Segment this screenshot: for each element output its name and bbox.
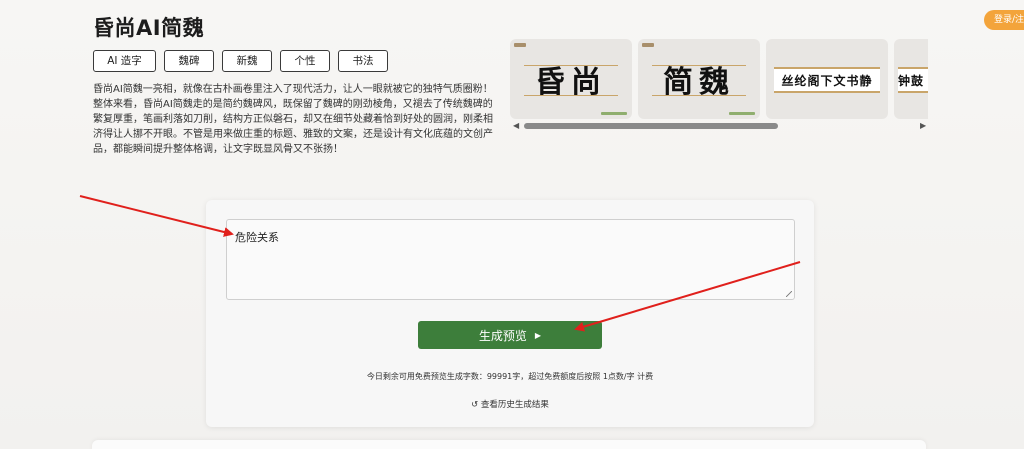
scroll-left-icon[interactable]: ◀ [513,121,519,131]
generator-card: 危险关系 生成预览 ▶ 今日剩余可用免费预览生成字数：99991字，超过免费额度… [206,200,814,427]
brand-mark-icon [642,43,654,47]
tag-ai-create[interactable]: AI 造字 [93,50,156,72]
carousel-slide[interactable]: 昏尚 [510,39,632,119]
divider [652,95,746,96]
divider [524,95,618,96]
carousel-slide[interactable]: 简魏 [638,39,760,119]
text-input-value: 危险关系 [235,231,279,244]
brand-footer-icon [601,112,627,115]
page-title: 昏尚AI简魏 [93,16,205,40]
login-label: 登录/注册 [994,15,1024,25]
tag-xinwei[interactable]: 新魏 [222,50,272,72]
generate-label: 生成预览 [478,328,527,343]
tag-shufa[interactable]: 书法 [338,50,388,72]
carousel-slide[interactable]: 丝纶阁下文书静 [766,39,888,119]
preview-carousel: 昏尚 简魏 丝纶阁下文书静 钟鼓 ◀ ▶ [510,39,928,131]
carousel-slide[interactable]: 钟鼓 [894,39,928,119]
scroll-right-icon[interactable]: ▶ [920,121,926,131]
history-link[interactable]: ↺ 查看历史生成结果 [206,398,814,410]
slide-text: 钟鼓 [898,67,928,93]
tag-gexing[interactable]: 个性 [280,50,330,72]
quota-text: 今日剩余可用免费预览生成字数：99991字，超过免费额度后按照 1点数/字 计费 [366,372,654,381]
scrollbar-thumb[interactable] [524,123,778,129]
history-icon: ↺ [471,400,479,410]
slide-text: 丝纶阁下文书静 [774,67,880,93]
tag-list: AI 造字 魏碑 新魏 个性 书法 [93,50,388,72]
bottom-card [92,440,926,449]
brand-mark-icon [514,43,526,47]
text-input[interactable]: 危险关系 [226,219,795,300]
generate-preview-button[interactable]: 生成预览 ▶ [418,321,602,349]
play-icon: ▶ [534,330,542,340]
history-label: 查看历史生成结果 [480,400,549,410]
brand-footer-icon [729,112,755,115]
login-button[interactable]: 登录/注册 [984,10,1024,30]
resize-handle-icon[interactable] [786,291,792,297]
font-description: 昏尚AI简魏一亮相，就像在古朴画卷里注入了现代活力，让人一眼就被它的独特气质圈粉… [93,84,493,155]
tag-weibei[interactable]: 魏碑 [164,50,214,72]
carousel-scrollbar[interactable]: ◀ ▶ [510,121,928,131]
